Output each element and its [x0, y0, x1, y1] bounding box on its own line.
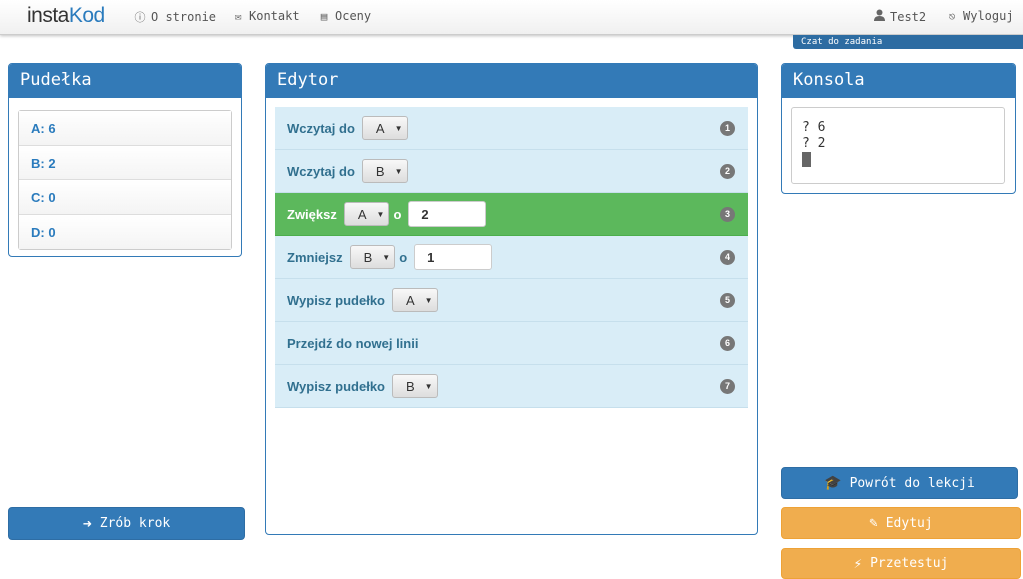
nav-contact-label: Kontakt — [249, 9, 300, 23]
navbar: instaKod ⓘ O stronie ✉ Kontakt ▤ Oceny T… — [0, 0, 1023, 35]
nav-user[interactable]: Test2 — [873, 9, 926, 24]
caret-down-icon: ▼ — [382, 252, 391, 262]
line-command: Wczytaj do — [287, 163, 355, 179]
nav-logout[interactable]: ⎋ Wyloguj — [946, 9, 1014, 23]
console-line: ? 2 — [802, 136, 826, 151]
edit-button-label: Edytuj — [885, 515, 933, 531]
brand-logo[interactable]: instaKod — [27, 4, 105, 28]
line-command: Wypisz pudełko — [287, 378, 385, 394]
line-number-badge: 2 — [720, 164, 735, 179]
console-line: ? 6 — [802, 120, 826, 135]
editor-line[interactable]: Wypisz pudełko A ▼ 5 — [275, 279, 748, 322]
caret-down-icon: ▼ — [424, 381, 433, 391]
editor-line[interactable]: Przejdź do nowej linii 6 — [275, 322, 748, 365]
box-list: A: 6 B: 2 C: 0 D: 0 — [18, 110, 232, 250]
caret-down-icon: ▼ — [424, 295, 433, 305]
boxes-panel: Pudełka A: 6 B: 2 C: 0 D: 0 — [8, 63, 242, 257]
nav-contact[interactable]: ✉ Kontakt — [232, 9, 300, 23]
test-button[interactable]: ⚡ Przetestuj — [781, 548, 1021, 579]
box-select-value: A — [375, 120, 385, 136]
edit-button[interactable]: ✎ Edytuj — [781, 507, 1021, 539]
box-item-d: D: 0 — [19, 214, 231, 249]
box-select-value: A — [406, 292, 415, 308]
console-panel: Konsola ? 6 ? 2 — [781, 63, 1016, 194]
nav-grades[interactable]: ▤ Oceny — [318, 9, 371, 23]
console-output[interactable]: ? 6 ? 2 — [791, 107, 1005, 184]
brand-suffix: Kod — [68, 4, 105, 27]
line-number-badge: 4 — [720, 250, 735, 265]
editor-line[interactable]: Wczytaj do B ▼ 2 — [275, 150, 748, 193]
nav-logout-label: Wyloguj — [963, 9, 1014, 23]
box-select-value: B — [375, 163, 385, 179]
graduation-cap-icon: 🎓 — [824, 475, 842, 491]
line-command: Zwiększ — [287, 206, 337, 222]
line-command: Wypisz pudełko — [287, 292, 385, 308]
line-number-badge: 7 — [720, 379, 735, 394]
line-command: Zmniejsz — [287, 249, 343, 265]
box-select[interactable]: B ▼ — [361, 159, 408, 183]
line-number-badge: 1 — [720, 121, 735, 136]
box-select[interactable]: A ▼ — [392, 288, 438, 312]
boxes-panel-title: Pudełka — [9, 64, 241, 98]
line-connector: o — [393, 206, 402, 222]
console-cursor — [802, 152, 811, 167]
line-command: Przejdź do nowej linii — [287, 335, 419, 351]
line-command: Wczytaj do — [287, 120, 355, 136]
nav-about-label: O stronie — [151, 10, 217, 24]
box-select[interactable]: A ▼ — [343, 202, 390, 226]
chat-tab[interactable]: Czat do zadania — [793, 35, 1023, 49]
box-select[interactable]: A ▼ — [361, 116, 408, 140]
editor-panel: Edytor Wczytaj do A ▼ 1 Wczytaj do B ▼ 2 Z… — [265, 63, 758, 535]
caret-down-icon: ▼ — [394, 123, 403, 133]
box-item-a: A: 6 — [19, 111, 231, 146]
box-select-value: B — [363, 249, 373, 265]
info-icon: ⓘ — [134, 11, 146, 24]
editor-line-list: Wczytaj do A ▼ 1 Wczytaj do B ▼ 2 Zwiększ … — [275, 107, 748, 408]
back-to-lesson-button[interactable]: 🎓 Powrót do lekcji — [781, 467, 1018, 499]
user-icon — [873, 9, 885, 24]
nav-user-label: Test2 — [890, 9, 927, 24]
back-to-lesson-label: Powrót do lekcji — [849, 475, 975, 491]
caret-down-icon: ▼ — [376, 209, 385, 219]
editor-panel-title: Edytor — [266, 64, 757, 98]
envelope-icon: ✉ — [234, 9, 242, 23]
line-number-badge: 6 — [720, 336, 735, 351]
editor-line[interactable]: Wypisz pudełko B ▼ 7 — [275, 365, 748, 408]
box-select[interactable]: B ▼ — [392, 374, 438, 398]
amount-input[interactable]: 2 — [408, 201, 487, 227]
nav-about[interactable]: ⓘ O stronie — [134, 9, 217, 25]
list-icon: ▤ — [320, 9, 328, 23]
box-item-b: B: 2 — [19, 145, 231, 180]
box-item-c: C: 0 — [19, 180, 231, 215]
arrow-right-icon: ➜ — [82, 514, 92, 533]
box-select-value: B — [406, 378, 415, 394]
line-number-badge: 5 — [720, 293, 735, 308]
line-connector: o — [399, 249, 408, 265]
amount-input[interactable]: 1 — [414, 244, 493, 270]
brand-prefix: insta — [27, 4, 69, 27]
edit-icon: ✎ — [869, 515, 878, 531]
box-select[interactable]: B ▼ — [349, 245, 396, 269]
logout-icon: ⎋ — [948, 9, 956, 23]
step-button-label: Zrób krok — [99, 516, 171, 531]
editor-line[interactable]: Wczytaj do A ▼ 1 — [275, 107, 748, 150]
editor-line[interactable]: Zmniejsz B ▼ o 1 4 — [275, 236, 748, 279]
box-select-value: A — [357, 206, 367, 222]
nav-grades-label: Oceny — [335, 9, 372, 23]
step-button[interactable]: ➜ Zrób krok — [8, 507, 245, 540]
caret-down-icon: ▼ — [394, 166, 403, 176]
console-panel-title: Konsola — [782, 64, 1015, 98]
bolt-icon: ⚡ — [853, 555, 863, 572]
test-button-label: Przetestuj — [870, 556, 949, 571]
editor-line-active[interactable]: Zwiększ A ▼ o 2 3 — [275, 193, 748, 236]
line-number-badge: 3 — [720, 207, 735, 222]
